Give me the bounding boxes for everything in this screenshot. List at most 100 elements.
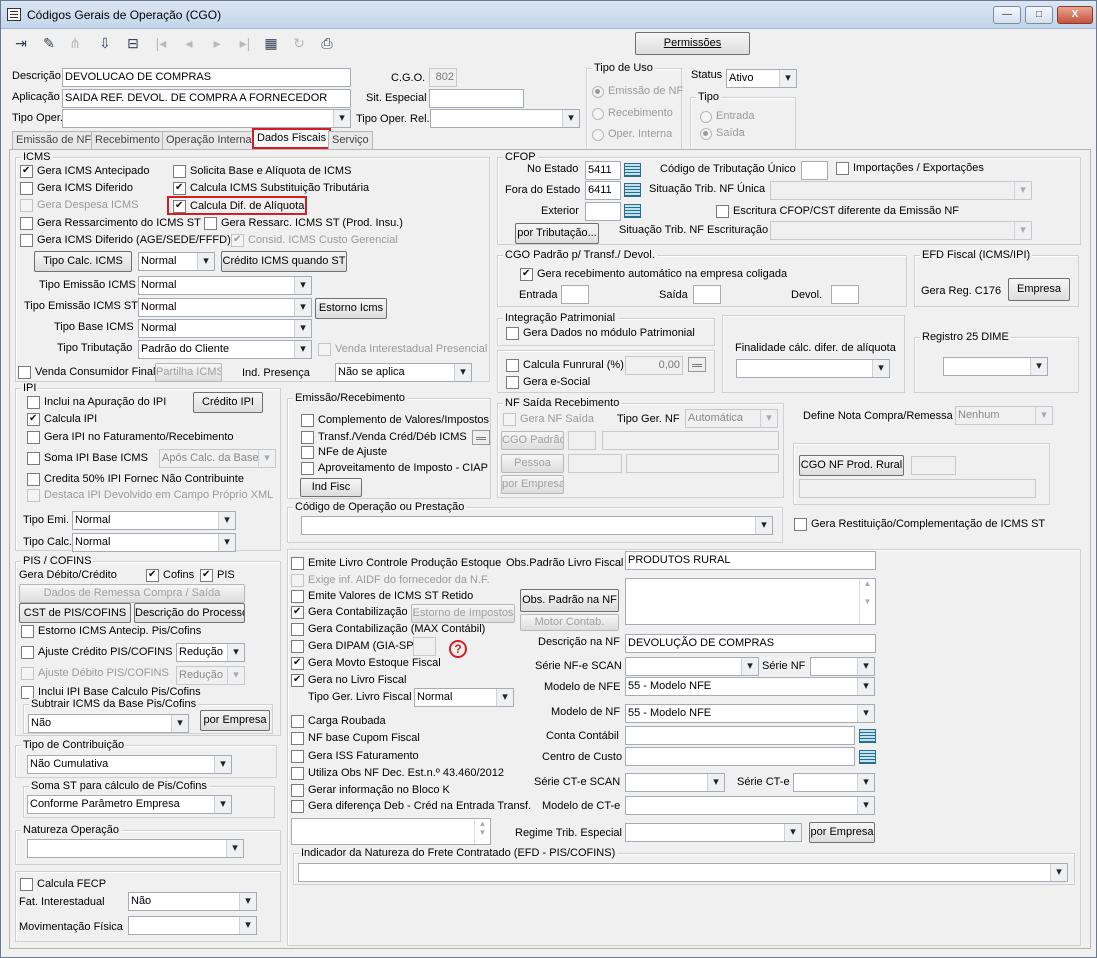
fat-interestadual-select[interactable]: Não [128,892,257,911]
gera-contab-max-checkbox[interactable]: Gera Contabilização (MAX Contábil) [291,623,485,636]
gera-nf-saida-checkbox[interactable]: Gera NF Saída [503,413,594,426]
cgo-nf-prod-desc-input[interactable] [799,479,1036,498]
delete-record-icon[interactable]: ⊟ [121,32,145,54]
consid-custo-checkbox[interactable]: Consid. ICMS Custo Gerencial [231,233,398,247]
aproveitamento-checkbox[interactable]: Aproveitamento de Imposto - CIAP [301,462,488,475]
emite-livro-checkbox[interactable]: Emite Livro Controle Produção Estoque [291,557,501,570]
subtrair-select[interactable]: Não [28,714,189,733]
refresh-icon[interactable]: ↻ [287,32,311,54]
last-record-icon[interactable]: ▸| [233,32,257,54]
credito-icms-st-button[interactable]: Crédito ICMS quando ST [221,251,347,272]
credito-ipi-button[interactable]: Crédito IPI [193,392,263,413]
permissoes-button[interactable]: Permissões [635,32,750,55]
ajuste-debito-select[interactable]: Redução [176,666,245,685]
modelo-nfe-select[interactable]: 55 - Modelo NFE [625,677,875,696]
tipo-emi-select[interactable]: Normal [72,511,236,530]
modelo-nf-select[interactable]: 55 - Modelo NFE [625,704,875,723]
status-select[interactable]: Ativo [726,69,797,88]
emite-valores-st-checkbox[interactable]: Emite Valores de ICMS ST Retido [291,590,473,603]
gera-dipam-input[interactable] [413,637,436,656]
nf-saida-por-empresa-button[interactable]: por Empresa [501,475,564,494]
cofins-checkbox[interactable]: Cofins [146,568,194,582]
venda-consumidor-checkbox[interactable]: Venda Consumidor Final [18,366,155,379]
carga-roubada-checkbox[interactable]: Carga Roubada [291,715,386,728]
tipo-contribuicao-select[interactable]: Não Cumulativa [27,755,232,774]
calcula-ipi-checkbox[interactable]: Calcula IPI [27,412,97,426]
inclui-apuracao-ipi-checkbox[interactable]: Inclui na Apuração do IPI [27,396,166,409]
tipo-calc-icms-button[interactable]: Tipo Calc. ICMS [34,251,132,272]
motor-contab-button[interactable]: Motor Contab. [520,614,619,631]
gera-livro-fiscal-checkbox[interactable]: Gera no Livro Fiscal [291,673,406,687]
tipo-base-icms-select[interactable]: Normal [138,319,312,338]
import-icon[interactable]: ⇩ [93,32,117,54]
cgo-padrao-desc-input[interactable] [602,431,779,450]
cod-oper-prest-select[interactable] [301,516,773,535]
gera-dipam-checkbox[interactable]: Gera DIPAM (GIA-SP) [291,640,417,653]
radio-saida[interactable]: Saída [700,127,745,140]
estorno-impostos-button[interactable]: Estorno de Impostos [411,604,515,623]
exige-aidf-checkbox[interactable]: Exige inf. AIDF do fornecedor da N.F. [291,574,490,587]
print-icon[interactable]: ⎙ [315,32,339,54]
regime-trib-select[interactable] [625,823,802,842]
indicador-frete-select[interactable] [298,863,1068,882]
centro-custo-lookup-icon[interactable] [859,750,876,764]
tipo-calc-select[interactable]: Normal [72,533,236,552]
estorno-icms-button[interactable]: Estorno Icms [315,298,387,319]
devol-input[interactable] [831,285,859,304]
edit-pencil-icon[interactable]: ✎ [37,32,61,54]
cod-tributacao-input[interactable] [801,161,828,180]
cgo-padrao-button[interactable]: CGO Padrão [501,431,564,450]
soma-ipi-base-checkbox[interactable]: Soma IPI Base ICMS [27,452,148,465]
gera-esocial-checkbox[interactable]: Gera e-Social [506,376,590,389]
gerar-bloco-k-checkbox[interactable]: Gerar informação no Bloco K [291,784,450,797]
tab-operacao-interna[interactable]: Operação Interna [162,131,256,149]
fora-estado-lookup-icon[interactable] [624,183,641,197]
livro-memo[interactable]: ▲ ▼ [291,818,491,845]
first-record-icon[interactable]: |◂ [149,32,173,54]
conta-contabil-input[interactable] [625,726,855,745]
partilha-icms-button[interactable]: Partilha ICMS [155,363,222,382]
movimentacao-fisica-select[interactable] [128,916,257,935]
conta-contabil-lookup-icon[interactable] [859,729,876,743]
escritura-cfop-checkbox[interactable]: Escritura CFOP/CST diferente da Emissão … [716,205,959,218]
sit-trib-nf-unica-select[interactable] [770,181,1032,200]
transf-venda-checkbox[interactable]: Transf./Venda Créd/Déb ICMS [301,431,467,444]
livro-memo-scrollbar[interactable]: ▲ ▼ [474,819,490,844]
complemento-valores-checkbox[interactable]: Complemento de Valores/Impostos [301,414,489,427]
tab-emissao-nf[interactable]: Emissão de NF [12,131,96,149]
solicita-base-checkbox[interactable]: Solicita Base e Alíquota de ICMS [173,165,351,178]
nfe-ajuste-checkbox[interactable]: NFe de Ajuste [301,446,387,459]
dime-select[interactable] [943,357,1048,376]
ajuste-credito-select[interactable]: Redução [176,643,245,662]
gera-dif-deb-checkbox[interactable]: Gera diferença Deb - Créd na Entrada Tra… [291,800,531,813]
entrada-input[interactable] [561,285,589,304]
dados-remessa-button[interactable]: Dados de Remessa Compra / Saída [19,584,245,603]
natureza-select[interactable] [27,839,244,858]
pis-por-empresa-button[interactable]: por Empresa [200,710,270,731]
radio-emissao-nf[interactable]: Emissão de NF [592,85,683,98]
utiliza-obs-checkbox[interactable]: Utiliza Obs NF Dec. Est.n.º 43.460/2012 [291,767,504,780]
obs-padrao-nf-button[interactable]: Obs. Padrão na NF [520,589,619,612]
ajuste-debito-checkbox[interactable]: Ajuste Débito PIS/COFINS [21,667,169,680]
serie-cte-select[interactable] [793,773,875,792]
gera-recebimento-auto-checkbox[interactable]: Gera recebimento automático na empresa c… [520,267,787,281]
tipo-calc-icms-select[interactable]: Normal [138,252,215,271]
tipo-emissao-icms-select[interactable]: Normal [138,276,312,295]
gera-dados-patrimonial-checkbox[interactable]: Gera Dados no módulo Patrimonial [506,327,695,340]
tree-icon[interactable]: ⋔ [63,32,87,54]
pis-checkbox[interactable]: PIS [200,568,235,582]
prev-record-icon[interactable]: ◂ [177,32,201,54]
gera-ipi-faturamento-checkbox[interactable]: Gera IPI no Faturamento/Recebimento [27,431,234,444]
saida-input[interactable] [693,285,721,304]
descricao-input[interactable]: DEVOLUCAO DE COMPRAS [62,68,351,87]
gera-despesa-icms-checkbox[interactable]: Gera Despesa ICMS [20,199,138,212]
ajuste-credito-checkbox[interactable]: Ajuste Crédito PIS/COFINS [21,646,173,659]
calcula-fecp-checkbox[interactable]: Calcula FECP [20,878,106,891]
gera-icms-diferido-checkbox[interactable]: Gera ICMS Diferido [20,182,133,195]
fora-estado-input[interactable]: 6411 [585,181,621,200]
tipo-ger-livro-select[interactable]: Normal [414,688,514,707]
apos-calc-select[interactable]: Após Calc. da Base [159,449,276,468]
funrural-value-input[interactable]: 0,00 [625,356,683,375]
gera-contabilizacao-checkbox[interactable]: Gera Contabilização [291,605,408,619]
exit-icon[interactable]: ⇥ [9,32,33,54]
